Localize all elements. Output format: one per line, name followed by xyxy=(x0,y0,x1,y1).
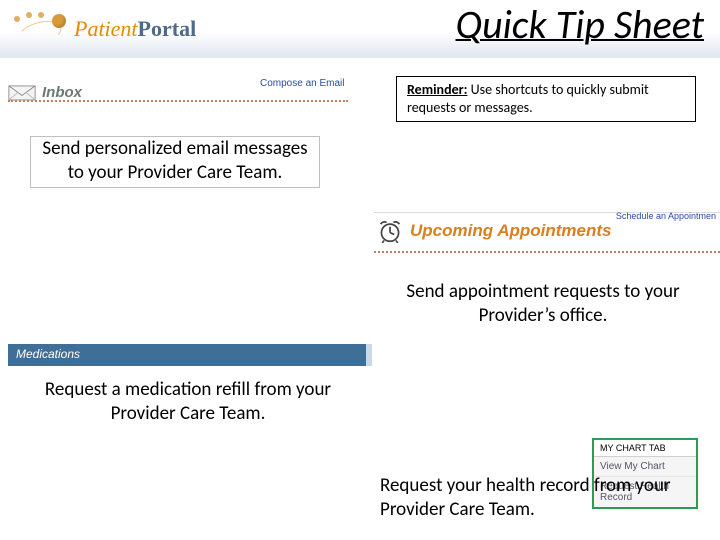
my-chart-tab-heading: MY CHART TAB xyxy=(594,440,696,457)
inbox-divider xyxy=(8,100,348,102)
caption-health-record: Request your health record from your Pro… xyxy=(380,474,690,522)
reminder-lead: Reminder: xyxy=(407,81,467,98)
upcoming-appointments-widget: Schedule an Appointmen Upcoming Appointm… xyxy=(374,212,720,256)
medications-header[interactable]: Medications xyxy=(8,344,372,366)
upcoming-divider xyxy=(374,251,720,253)
page-header: PatientPortal Quick Tip Sheet xyxy=(0,0,720,58)
logo-word-portal: Portal xyxy=(138,16,197,41)
caption-medications: Request a medication refill from your Pr… xyxy=(18,378,358,426)
logo-text: PatientPortal xyxy=(74,16,196,42)
logo-word-patient: Patient xyxy=(74,16,138,41)
inbox-label: Inbox xyxy=(42,84,82,101)
caption-inbox: Send personalized email messages to your… xyxy=(30,136,320,188)
envelope-icon xyxy=(8,83,36,101)
alarm-clock-icon xyxy=(376,219,404,243)
logo-graphic xyxy=(12,12,70,46)
app-logo: PatientPortal xyxy=(12,12,196,46)
page-title: Quick Tip Sheet xyxy=(456,0,705,49)
caption-appointments: Send appointment requests to your Provid… xyxy=(388,280,698,328)
compose-email-link[interactable]: Compose an Email xyxy=(260,78,344,89)
reminder-callout: Reminder: Use shortcuts to quickly submi… xyxy=(396,76,696,122)
schedule-appointment-link[interactable]: Schedule an Appointmen xyxy=(616,211,716,221)
upcoming-appointments-title: Upcoming Appointments xyxy=(410,221,611,241)
